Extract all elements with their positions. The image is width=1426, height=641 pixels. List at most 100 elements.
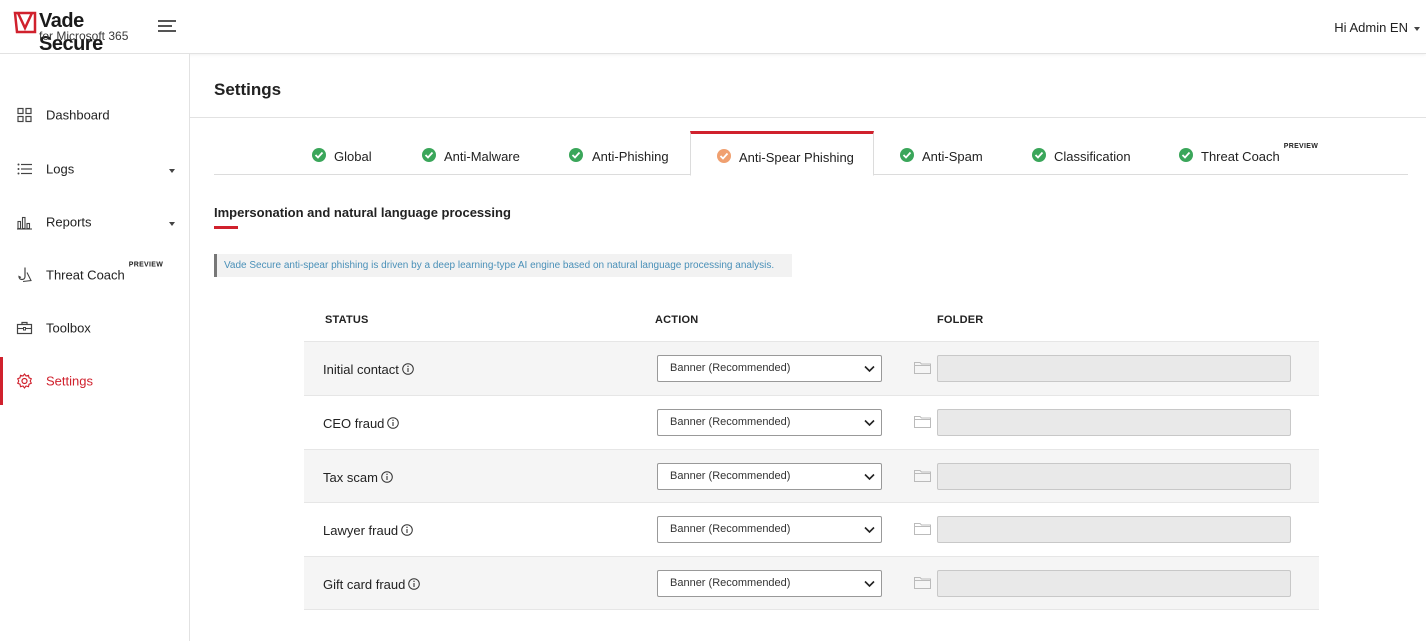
sidebar-item-label: Toolbox [46,320,91,336]
status-label: CEO fraud [323,416,400,431]
check-circle-icon [900,148,914,162]
logo-mark-icon [13,11,37,34]
preview-badge: PREVIEW [1283,143,1319,150]
tab-threat-coach[interactable]: Threat CoachPREVIEW [1172,131,1322,175]
folder-icon [914,416,931,428]
sidebar-item-label: Dashboard [46,107,110,123]
column-header-status: STATUS [325,314,369,326]
sidebar-item-threat-coach[interactable]: Threat CoachPREVIEW [0,251,189,299]
action-select-value: Banner (Recommended) [670,577,791,589]
fishing-hook-icon [18,267,32,283]
tab-label: Anti-Spam [922,149,983,164]
user-menu[interactable]: Hi Admin EN [1334,20,1420,35]
sidebar-item-dashboard[interactable]: Dashboard [0,91,189,139]
preview-badge: PREVIEW [128,261,164,269]
tab-anti-malware[interactable]: Anti-Malware [414,131,532,175]
toolbox-icon [16,321,33,335]
sidebar-item-reports[interactable]: Reports [0,198,189,246]
tab-anti-phishing[interactable]: Anti-Phishing [562,131,682,175]
table-row: Lawyer fraud Banner (Recommended) [304,502,1319,556]
folder-input[interactable] [937,463,1291,490]
tab-label: Global [334,149,372,164]
check-circle-icon [312,148,326,162]
logo-subtitle: for Microsoft 365 [39,29,129,43]
vade-secure-logo[interactable]: Vade Secure for Microsoft 365 [13,9,143,55]
chevron-down-icon [864,526,875,534]
action-select[interactable]: Banner (Recommended) [657,570,882,597]
sidebar-item-label: Logs [46,161,75,177]
check-circle-icon [422,148,436,162]
section-title-underline [214,226,238,229]
caret-down-icon [169,169,175,173]
tab-anti-spam[interactable]: Anti-Spam [894,131,994,175]
caret-down-icon [1414,26,1420,31]
table-row: Tax scam Banner (Recommended) [304,449,1319,503]
dashboard-icon [17,107,32,123]
page-title-bar: Settings [190,54,1426,118]
tab-anti-spear-phishing[interactable]: Anti-Spear Phishing [690,131,874,176]
column-header-action: ACTION [655,314,699,326]
folder-input[interactable] [937,355,1291,382]
tab-global[interactable]: Global [306,131,388,175]
page-title: Settings [214,80,282,99]
caret-down-icon [169,222,175,226]
menu-toggle-icon[interactable] [158,19,176,33]
top-header: Vade Secure for Microsoft 365 Hi Admin E… [0,0,1426,55]
check-circle-icon [569,148,583,162]
folder-icon [914,362,931,374]
info-icon[interactable] [381,471,393,483]
action-select[interactable]: Banner (Recommended) [657,516,882,543]
action-select-value: Banner (Recommended) [670,523,791,535]
tab-label: Threat CoachPREVIEW [1201,143,1319,164]
chevron-down-icon [864,419,875,427]
chevron-down-icon [864,473,875,481]
sidebar-item-label: Reports [46,214,92,230]
info-icon[interactable] [401,524,413,536]
bar-chart-icon [17,216,32,230]
sidebar-item-label: Settings [46,373,93,389]
folder-icon [914,577,931,589]
folder-input[interactable] [937,570,1291,597]
status-label: Lawyer fraud [323,523,413,538]
status-label: Initial contact [323,362,414,377]
tab-label: Anti-Phishing [592,149,669,164]
status-label: Tax scam [323,470,393,485]
folder-icon [914,470,931,482]
user-greeting: Hi Admin EN [1334,20,1408,35]
sidebar-item-logs[interactable]: Logs [0,145,189,193]
action-select-value: Banner (Recommended) [670,470,791,482]
action-select[interactable]: Banner (Recommended) [657,463,882,490]
chevron-down-icon [864,580,875,588]
info-icon[interactable] [402,363,414,375]
folder-input[interactable] [937,409,1291,436]
chevron-down-icon [864,365,875,373]
info-icon[interactable] [387,417,400,429]
info-banner-text: Vade Secure anti-spear phishing is drive… [224,260,775,271]
status-label: Gift card fraud [323,577,421,592]
column-header-folder: FOLDER [937,314,984,326]
sidebar-item-settings[interactable]: Settings [0,357,189,405]
tab-label: Classification [1054,149,1131,164]
folder-input[interactable] [937,516,1291,543]
table-row: CEO fraud Banner (Recommended) [304,395,1319,449]
table-row: Gift card fraud Banner (Recommended) [304,556,1319,610]
check-circle-icon [1179,148,1193,162]
action-select[interactable]: Banner (Recommended) [657,355,882,382]
gear-icon [16,373,33,389]
action-select-value: Banner (Recommended) [670,416,791,428]
list-icon [17,163,32,175]
sidebar-item-toolbox[interactable]: Toolbox [0,304,189,352]
section-title: Impersonation and natural language proce… [214,205,511,220]
action-select-value: Banner (Recommended) [670,362,791,374]
tab-classification[interactable]: Classification [1026,131,1150,175]
settings-tabs: Global Anti-Malware Anti-Phishing Anti-S… [214,131,1408,176]
info-banner: Vade Secure anti-spear phishing is drive… [214,254,792,277]
info-icon[interactable] [408,578,421,590]
tab-label: Anti-Spear Phishing [739,150,854,165]
action-select[interactable]: Banner (Recommended) [657,409,882,436]
sidebar: Dashboard Logs Reports Threat CoachPREVI… [0,54,190,641]
check-circle-icon [1032,148,1046,162]
warning-circle-icon [717,149,731,163]
table-row: Initial contact Banner (Recommended) [304,341,1319,395]
sidebar-item-label: Threat CoachPREVIEW [46,261,164,283]
